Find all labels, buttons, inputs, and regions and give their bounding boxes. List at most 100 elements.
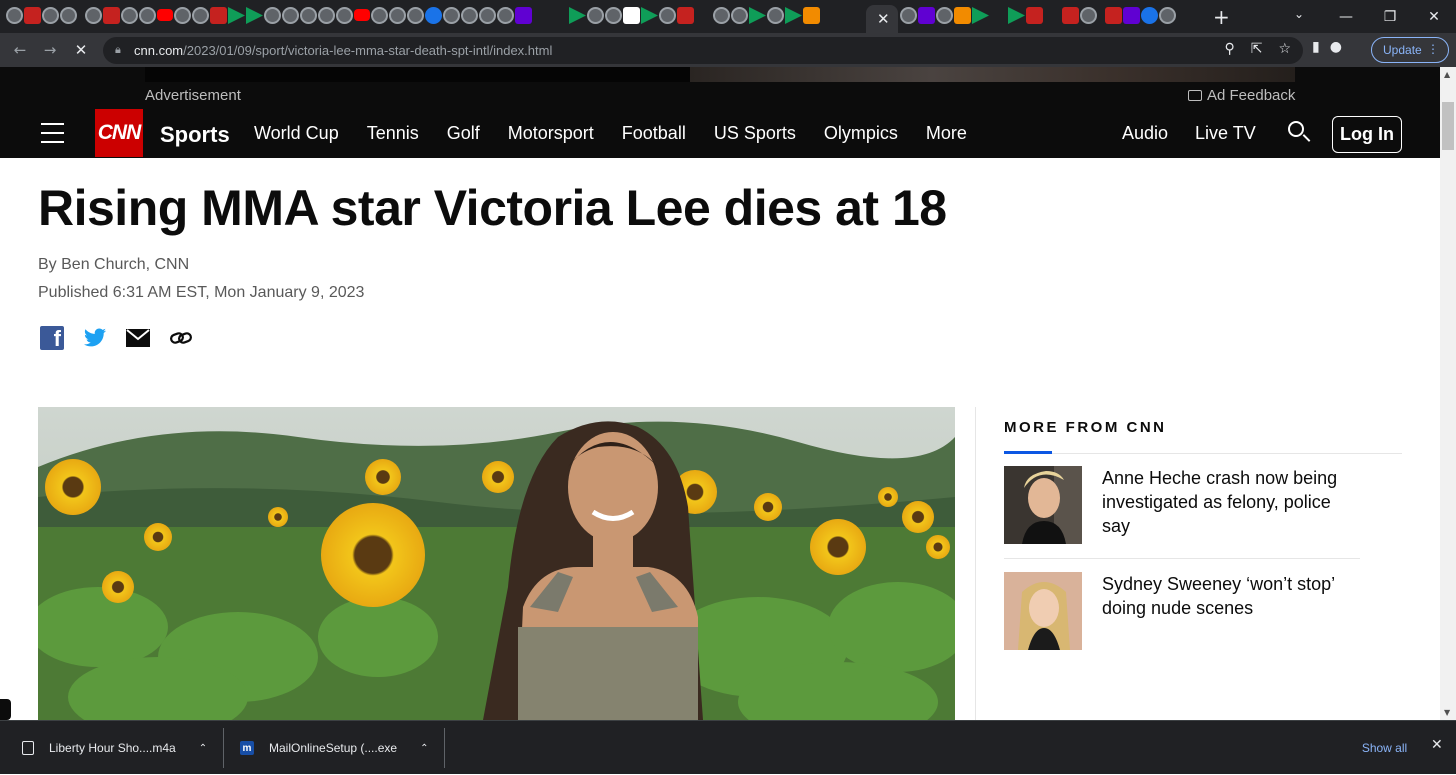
g-icon[interactable] — [533, 7, 550, 24]
globe-icon[interactable] — [659, 7, 676, 24]
yahoo-icon[interactable] — [515, 7, 532, 24]
globe-icon[interactable] — [264, 7, 281, 24]
globe-icon[interactable] — [318, 7, 335, 24]
wsj-icon[interactable] — [990, 7, 1007, 24]
feedback-tab[interactable] — [0, 699, 11, 720]
app-icon[interactable] — [24, 7, 41, 24]
n-icon[interactable] — [623, 7, 640, 24]
download-item[interactable]: Liberty Hour Sho....m4a ⌃ — [22, 721, 207, 775]
scrollbar-thumb[interactable] — [1442, 102, 1454, 150]
rumble-icon[interactable] — [749, 7, 766, 24]
share-icon[interactable]: ⇱ — [1251, 41, 1263, 57]
bi-icon[interactable] — [677, 7, 694, 24]
show-all-button[interactable]: Show all — [1348, 732, 1421, 764]
hero-image[interactable] — [38, 407, 955, 720]
youtube-icon[interactable] — [354, 9, 370, 21]
globe-icon[interactable] — [443, 7, 460, 24]
rumble-icon[interactable] — [228, 7, 245, 24]
restore-icon[interactable]: ❐ — [1368, 0, 1412, 33]
bi-icon[interactable] — [210, 7, 227, 24]
globe-icon[interactable] — [713, 7, 730, 24]
rumble-icon[interactable] — [785, 7, 802, 24]
bookmark-star-icon[interactable]: ☆ — [1278, 41, 1291, 57]
story-title[interactable]: Sydney Sweeney ‘won’t stop’ doing nude s… — [1102, 572, 1360, 620]
globe-icon[interactable] — [282, 7, 299, 24]
copy-link-icon[interactable] — [169, 326, 193, 350]
globe-icon[interactable] — [900, 7, 917, 24]
globe-icon[interactable] — [174, 7, 191, 24]
globe-icon[interactable] — [121, 7, 138, 24]
globe-icon[interactable] — [605, 7, 622, 24]
sun-icon[interactable] — [954, 7, 971, 24]
globe-icon[interactable] — [731, 7, 748, 24]
page-scrollbar[interactable]: ▲ ▼ — [1440, 67, 1456, 720]
tab-search-chevron-icon[interactable]: ⌄ — [1294, 7, 1304, 21]
ad-feedback-link[interactable]: Ad Feedback — [1188, 87, 1295, 104]
nav-link-golf[interactable]: Golf — [447, 123, 480, 144]
globe-icon[interactable] — [767, 7, 784, 24]
globe-icon[interactable] — [461, 7, 478, 24]
scroll-down-icon[interactable]: ▼ — [1444, 708, 1450, 717]
yahoo-icon[interactable] — [918, 7, 935, 24]
cloud-icon[interactable] — [1141, 7, 1158, 24]
globe-icon[interactable] — [85, 7, 102, 24]
nav-link-tennis[interactable]: Tennis — [367, 123, 419, 144]
tab-favicon-row[interactable] — [6, 7, 820, 25]
facebook-icon[interactable]: f — [40, 326, 64, 351]
rumble-icon[interactable] — [972, 7, 989, 24]
login-button[interactable]: Log In — [1332, 116, 1402, 153]
search-icon[interactable] — [1287, 120, 1311, 144]
chevron-up-icon[interactable]: ⌃ — [420, 743, 428, 754]
story-thumbnail[interactable] — [1004, 572, 1082, 650]
back-icon[interactable]: ← — [9, 39, 31, 61]
globe-icon[interactable] — [479, 7, 496, 24]
nav-link-football[interactable]: Football — [622, 123, 686, 144]
rumble-icon[interactable] — [641, 7, 658, 24]
stop-loading-icon[interactable]: ✕ — [70, 39, 92, 61]
tab-favicon-row-right[interactable] — [900, 7, 1176, 25]
download-item[interactable]: m MailOnlineSetup (....exe ⌃ — [240, 721, 428, 775]
rumble-icon[interactable] — [246, 7, 263, 24]
story-thumbnail[interactable] — [1004, 466, 1082, 544]
profile-icon[interactable]: ● — [1330, 39, 1342, 55]
nav-link-more[interactable]: More — [926, 123, 967, 144]
close-window-icon[interactable]: ✕ — [1412, 0, 1456, 33]
scroll-up-icon[interactable]: ▲ — [1444, 70, 1450, 79]
nav-link-olympics[interactable]: Olympics — [824, 123, 898, 144]
globe-icon[interactable] — [336, 7, 353, 24]
new-tab-button[interactable]: + — [1213, 5, 1230, 29]
s-icon[interactable] — [1105, 7, 1122, 24]
globe-icon[interactable] — [6, 7, 23, 24]
audio-link[interactable]: Audio — [1122, 123, 1168, 144]
globe-icon[interactable] — [192, 7, 209, 24]
menu-dots-icon[interactable]: ⋮ — [1427, 42, 1439, 56]
globe-icon[interactable] — [371, 7, 388, 24]
menu-icon[interactable] — [41, 123, 64, 144]
youtube-icon[interactable] — [157, 9, 173, 21]
address-bar[interactable]: 🔒︎ cnn.com/2023/01/09/sport/victoria-lee… — [103, 37, 1303, 64]
minimize-icon[interactable]: — — [1324, 0, 1368, 33]
bookmark-icon[interactable] — [803, 7, 820, 24]
twitter-icon[interactable] — [83, 326, 107, 350]
lock-icon[interactable]: 🔒︎ — [115, 43, 121, 57]
side-panel-icon[interactable]: ▮ — [1312, 39, 1320, 55]
wsj-icon[interactable] — [1044, 7, 1061, 24]
app-icon[interactable] — [1062, 7, 1079, 24]
globe-icon[interactable] — [1159, 7, 1176, 24]
section-title[interactable]: Sports — [160, 122, 230, 148]
globe-icon[interactable] — [139, 7, 156, 24]
email-icon[interactable] — [126, 329, 150, 347]
globe-icon[interactable] — [407, 7, 424, 24]
update-button[interactable]: Update ⋮ — [1371, 37, 1449, 63]
bi-icon[interactable] — [1026, 7, 1043, 24]
forward-icon[interactable]: → — [39, 39, 61, 61]
nav-link-world-cup[interactable]: World Cup — [254, 123, 339, 144]
rumble-icon[interactable] — [1008, 7, 1025, 24]
wsj-icon[interactable] — [551, 7, 568, 24]
globe-icon[interactable] — [300, 7, 317, 24]
ad-banner[interactable] — [145, 67, 1295, 82]
globe-icon[interactable] — [497, 7, 514, 24]
search-tab-icon[interactable] — [425, 7, 442, 24]
globe-icon[interactable] — [936, 7, 953, 24]
ad-image[interactable] — [690, 67, 1295, 82]
